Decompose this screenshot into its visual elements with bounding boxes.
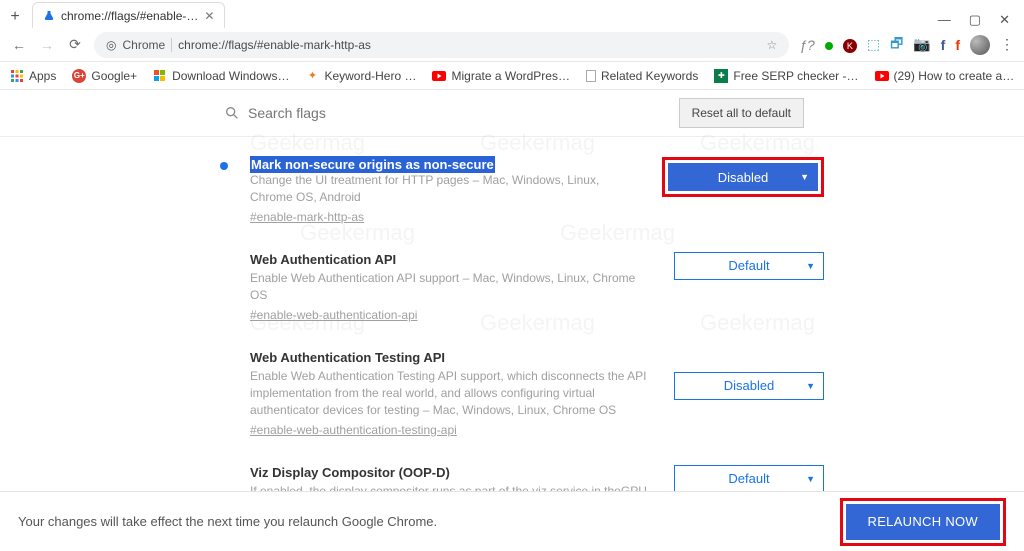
keyword-hero-icon: ✦ bbox=[305, 69, 319, 83]
ext-icon[interactable]: 🗗 bbox=[890, 33, 903, 57]
gplus-icon: G+ bbox=[72, 69, 86, 83]
flag-row: Web Authentication Testing API Enable Web… bbox=[220, 336, 824, 451]
flag-state-select[interactable]: Default ▼ bbox=[674, 465, 824, 493]
chevron-down-icon: ▼ bbox=[800, 172, 809, 182]
flag-hash-link[interactable]: #enable-web-authentication-testing-api bbox=[250, 423, 457, 437]
document-icon bbox=[586, 70, 596, 82]
address-bar: ← → ⟳ ◎ Chrome chrome://flags/#enable-ma… bbox=[0, 28, 1024, 62]
tab-title: chrome://flags/#enable-… bbox=[61, 9, 198, 23]
relaunch-now-button[interactable]: RELAUNCH NOW bbox=[846, 504, 1001, 540]
bookmarks-bar: Apps G+ Google+ Download Windows… ✦ Keyword-… bbox=[0, 62, 1024, 90]
new-tab-button[interactable]: + bbox=[4, 6, 26, 28]
windows-icon bbox=[153, 69, 167, 83]
bookmark-item[interactable]: ✦ Keyword-Hero … bbox=[305, 69, 416, 83]
window-maximize-button[interactable]: ▢ bbox=[969, 12, 981, 28]
select-value: Disabled bbox=[718, 170, 769, 185]
ext-icon[interactable]: ⬚ bbox=[867, 36, 880, 53]
bookmark-label: (29) How to create a… bbox=[894, 69, 1015, 83]
reload-button[interactable]: ⟳ bbox=[66, 36, 84, 53]
extension-icons: ƒ? K ⬚ 🗗 📷 f f ⋮ bbox=[799, 33, 1014, 57]
omnibox-url: chrome://flags/#enable-mark-http-as bbox=[178, 38, 760, 52]
select-value: Default bbox=[728, 258, 769, 273]
search-input[interactable] bbox=[248, 105, 663, 121]
flag-state-select[interactable]: Default ▼ bbox=[674, 252, 824, 280]
ext-icon[interactable]: f bbox=[955, 37, 960, 53]
page-content: Geekermag Geekermag Geekermag Geekermag … bbox=[0, 90, 1024, 551]
window-titlebar: + chrome://flags/#enable-… ✕ — ▢ ✕ bbox=[0, 0, 1024, 28]
relaunch-footer: Your changes will take effect the next t… bbox=[0, 491, 1024, 551]
flag-state-select[interactable]: Disabled ▼ bbox=[674, 372, 824, 400]
bookmark-star-icon[interactable]: ☆ bbox=[766, 38, 777, 52]
ext-icon[interactable]: K bbox=[843, 36, 857, 53]
footer-message: Your changes will take effect the next t… bbox=[18, 514, 437, 529]
bookmark-label: Migrate a WordPres… bbox=[451, 69, 569, 83]
chrome-menu-button[interactable]: ⋮ bbox=[1000, 36, 1014, 53]
apps-icon bbox=[10, 69, 24, 83]
ext-icon[interactable]: 📷 bbox=[913, 36, 930, 53]
profile-avatar[interactable] bbox=[970, 35, 990, 55]
ext-icon[interactable]: f bbox=[941, 37, 946, 53]
tab-close-icon[interactable]: ✕ bbox=[204, 9, 214, 23]
search-flags-box[interactable] bbox=[220, 99, 667, 127]
search-icon bbox=[224, 105, 240, 121]
youtube-icon bbox=[875, 69, 889, 83]
reset-all-button[interactable]: Reset all to default bbox=[679, 98, 804, 128]
bookmark-item[interactable]: Download Windows… bbox=[153, 69, 289, 83]
browser-tab[interactable]: chrome://flags/#enable-… ✕ bbox=[32, 2, 225, 28]
flag-title: Viz Display Compositor (OOP-D) bbox=[250, 465, 654, 480]
select-value: Default bbox=[728, 471, 769, 486]
flag-hash-link[interactable]: #enable-mark-http-as bbox=[250, 210, 364, 224]
annotation-highlight: Disabled ▼ bbox=[662, 157, 824, 197]
ext-icon[interactable]: ƒ? bbox=[799, 37, 815, 53]
apps-shortcut[interactable]: Apps bbox=[10, 69, 56, 83]
bookmark-item[interactable]: G+ Google+ bbox=[72, 69, 137, 83]
flag-description: Enable Web Authentication Testing API su… bbox=[250, 368, 654, 420]
flask-icon bbox=[43, 10, 55, 22]
flag-description: Enable Web Authentication API support – … bbox=[250, 270, 654, 305]
back-button[interactable]: ← bbox=[10, 37, 28, 53]
chevron-down-icon: ▼ bbox=[806, 474, 815, 484]
forward-button[interactable]: → bbox=[38, 37, 56, 53]
window-close-button[interactable]: ✕ bbox=[999, 12, 1010, 28]
window-minimize-button[interactable]: — bbox=[938, 12, 951, 28]
bookmark-label: Related Keywords bbox=[601, 69, 698, 83]
bookmark-label: Google+ bbox=[91, 69, 137, 83]
flag-title: Web Authentication Testing API bbox=[250, 350, 654, 365]
ext-icon[interactable] bbox=[825, 37, 833, 53]
omnibox-divider bbox=[171, 38, 172, 52]
chevron-down-icon: ▼ bbox=[806, 381, 815, 391]
youtube-icon bbox=[432, 69, 446, 83]
site-info-icon[interactable]: ◎ bbox=[106, 38, 116, 52]
flag-state-select[interactable]: Disabled ▼ bbox=[668, 163, 818, 191]
flag-row: Web Authentication API Enable Web Authent… bbox=[220, 238, 824, 336]
serp-icon: ✚ bbox=[714, 69, 728, 83]
bookmark-item[interactable]: ✚ Free SERP checker -… bbox=[714, 69, 858, 83]
flag-row: Mark non-secure origins as non-secureCha… bbox=[220, 143, 824, 238]
flag-title: Web Authentication API bbox=[250, 252, 654, 267]
flag-hash-link[interactable]: #enable-web-authentication-api bbox=[250, 308, 417, 322]
flag-title: Mark non-secure origins as non-secure bbox=[250, 157, 642, 172]
bookmark-label: Free SERP checker -… bbox=[733, 69, 858, 83]
modified-dot-icon bbox=[220, 162, 228, 170]
annotation-highlight: RELAUNCH NOW bbox=[840, 498, 1007, 546]
omnibox[interactable]: ◎ Chrome chrome://flags/#enable-mark-htt… bbox=[94, 32, 789, 58]
bookmark-label: Download Windows… bbox=[172, 69, 289, 83]
select-value: Disabled bbox=[724, 378, 775, 393]
bookmark-label: Keyword-Hero … bbox=[324, 69, 416, 83]
apps-label: Apps bbox=[29, 69, 56, 83]
chevron-down-icon: ▼ bbox=[806, 261, 815, 271]
bookmark-item[interactable]: (29) How to create a… bbox=[875, 69, 1015, 83]
flag-description: Change the UI treatment for HTTP pages –… bbox=[250, 172, 642, 207]
bookmark-item[interactable]: Migrate a WordPres… bbox=[432, 69, 569, 83]
omnibox-chip: Chrome bbox=[122, 38, 165, 52]
bookmark-item[interactable]: Related Keywords bbox=[586, 69, 698, 83]
